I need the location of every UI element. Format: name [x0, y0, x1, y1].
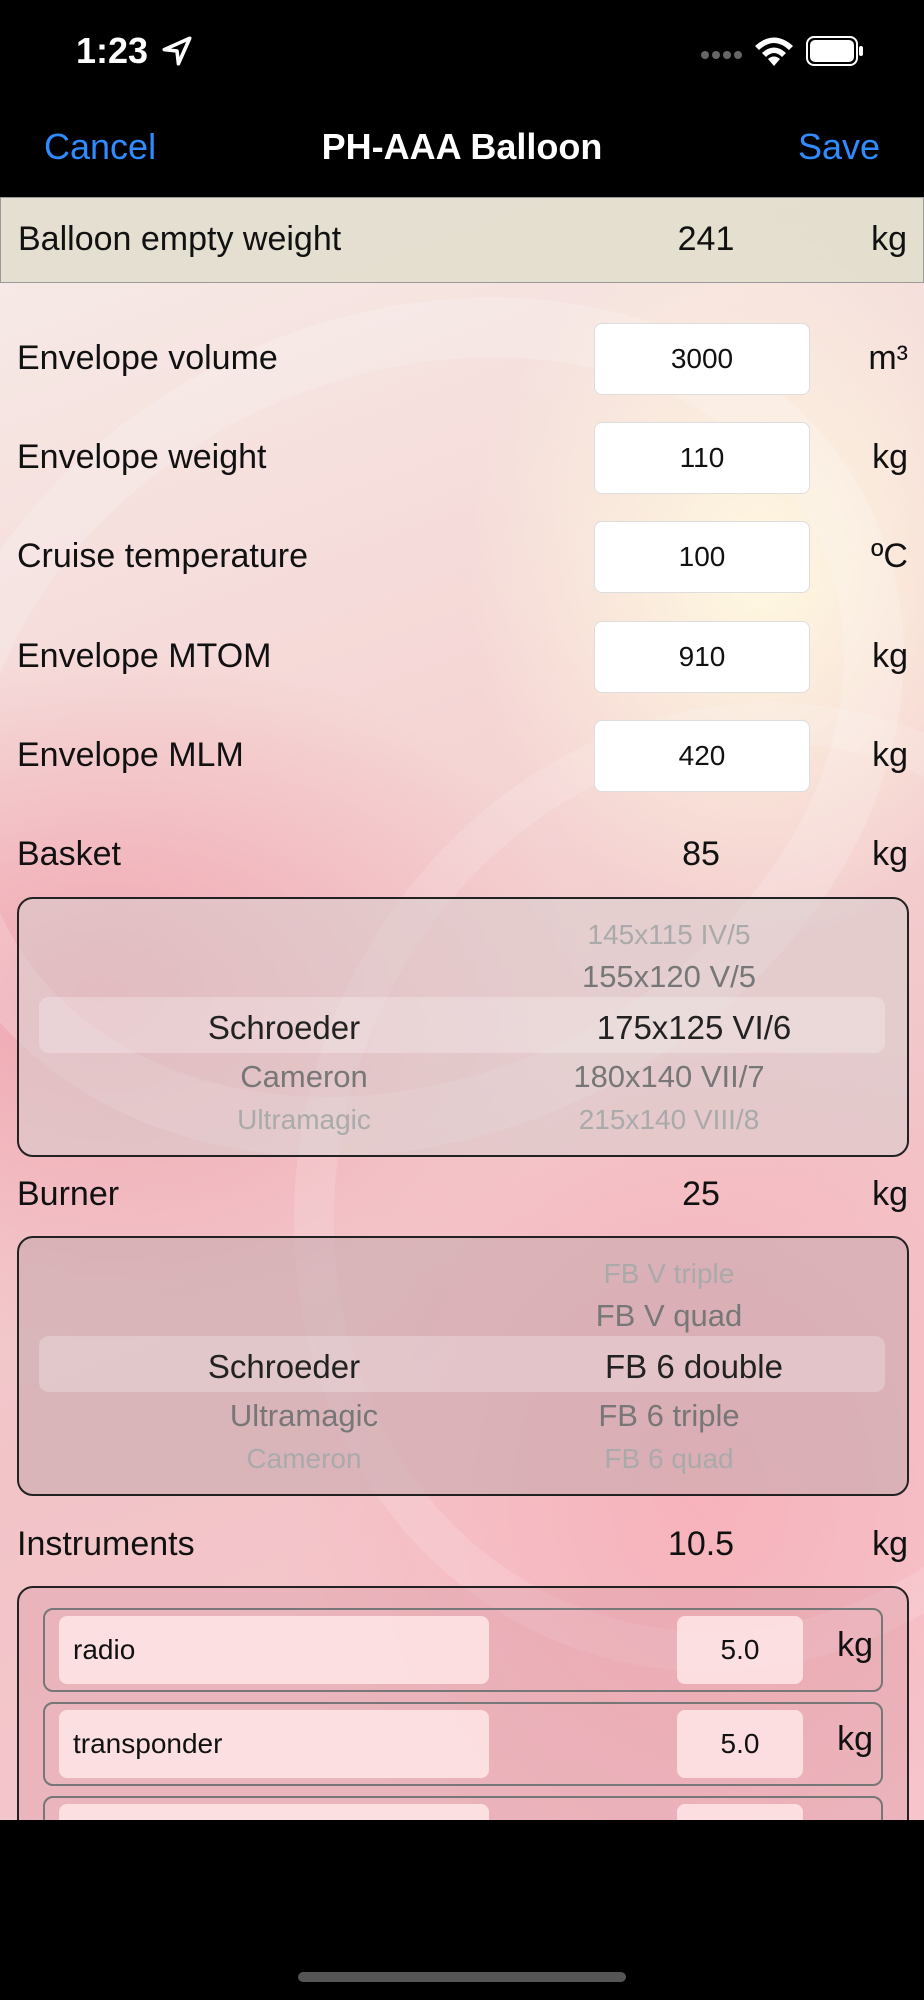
navigation-bar: Cancel PH-AAA Balloon Save: [0, 100, 924, 196]
basket-picker[interactable]: Schroeder Cameron Ultramagic 145x115 IV/…: [17, 897, 909, 1157]
instrument-unit: kg: [837, 1720, 873, 1758]
basket-model-option[interactable]: 215x140 VIII/8: [449, 1104, 889, 1136]
envelope-mtom-unit: kg: [872, 637, 908, 675]
empty-weight-summary: Balloon empty weight 241 kg: [0, 197, 924, 283]
envelope-mtom-field[interactable]: 910: [594, 621, 810, 693]
envelope-volume-unit: m³: [868, 339, 908, 377]
empty-weight-value: 241: [677, 220, 735, 258]
instrument-row: [43, 1796, 883, 1820]
instrument-weight-field[interactable]: 5.0: [677, 1616, 803, 1684]
envelope-mlm-field[interactable]: 420: [594, 720, 810, 792]
instrument-row: transponder 5.0 kg: [43, 1702, 883, 1786]
cruise-temperature-unit: ºC: [871, 537, 908, 575]
envelope-weight-label: Envelope weight: [17, 438, 267, 476]
status-bar: 1:23: [0, 0, 924, 100]
status-time: 1:23: [76, 30, 149, 71]
basket-model-option[interactable]: 145x115 IV/5: [449, 919, 889, 951]
instrument-name-field[interactable]: transponder: [59, 1710, 489, 1778]
instruments-unit: kg: [872, 1525, 908, 1563]
basket-weight: 85: [682, 835, 720, 873]
envelope-mtom-label: Envelope MTOM: [17, 637, 272, 675]
instrument-name-field[interactable]: [59, 1804, 489, 1820]
basket-model-option[interactable]: 180x140 VII/7: [449, 1059, 889, 1095]
cruise-temperature-field[interactable]: 100: [594, 521, 810, 593]
page-title: PH-AAA Balloon: [321, 126, 603, 167]
instruments-list: radio 5.0 kg transponder 5.0 kg: [17, 1586, 909, 1820]
burner-model-option[interactable]: FB 6 double: [449, 1348, 907, 1386]
save-button[interactable]: Save: [798, 126, 880, 168]
instrument-weight-field[interactable]: [677, 1804, 803, 1820]
instrument-weight-field[interactable]: 5.0: [677, 1710, 803, 1778]
burner-weight: 25: [682, 1175, 720, 1213]
basket-make-option[interactable]: Schroeder: [59, 1009, 509, 1047]
home-indicator[interactable]: [298, 1972, 626, 1982]
envelope-volume-field[interactable]: 3000: [594, 323, 810, 395]
instrument-row: radio 5.0 kg: [43, 1608, 883, 1692]
basket-model-option[interactable]: 155x120 V/5: [449, 959, 889, 995]
battery-icon: [806, 36, 863, 66]
cruise-temperature-label: Cruise temperature: [17, 537, 309, 575]
envelope-weight-field[interactable]: 110: [594, 422, 810, 494]
burner-unit: kg: [872, 1175, 908, 1213]
burner-model-option[interactable]: FB 6 quad: [449, 1443, 889, 1475]
envelope-mlm-label: Envelope MLM: [17, 736, 244, 774]
cellular-signal-icon: [701, 51, 742, 59]
basket-model-option[interactable]: 175x125 VI/6: [449, 1009, 907, 1047]
envelope-mlm-unit: kg: [872, 736, 908, 774]
balloon-form[interactable]: Balloon empty weight 241 kg Envelope vol…: [0, 197, 924, 1820]
basket-label: Basket: [17, 835, 121, 873]
empty-weight-unit: kg: [871, 220, 907, 258]
burner-label: Burner: [17, 1175, 120, 1213]
burner-model-option[interactable]: FB V quad: [449, 1298, 889, 1334]
burner-model-option[interactable]: FB V triple: [449, 1258, 889, 1290]
burner-make-option[interactable]: Schroeder: [59, 1348, 509, 1386]
envelope-volume-label: Envelope volume: [17, 339, 278, 377]
instruments-weight: 10.5: [667, 1525, 735, 1563]
envelope-weight-unit: kg: [872, 438, 908, 476]
instrument-unit: kg: [837, 1626, 873, 1664]
instrument-name-field[interactable]: radio: [59, 1616, 489, 1684]
empty-weight-label: Balloon empty weight: [18, 220, 342, 258]
basket-unit: kg: [872, 835, 908, 873]
burner-picker[interactable]: Schroeder Ultramagic Cameron FB V triple…: [17, 1236, 909, 1496]
wifi-icon: [755, 37, 793, 66]
location-arrow-icon: [162, 36, 192, 66]
burner-model-option[interactable]: FB 6 triple: [449, 1398, 889, 1434]
instruments-label: Instruments: [17, 1525, 195, 1563]
